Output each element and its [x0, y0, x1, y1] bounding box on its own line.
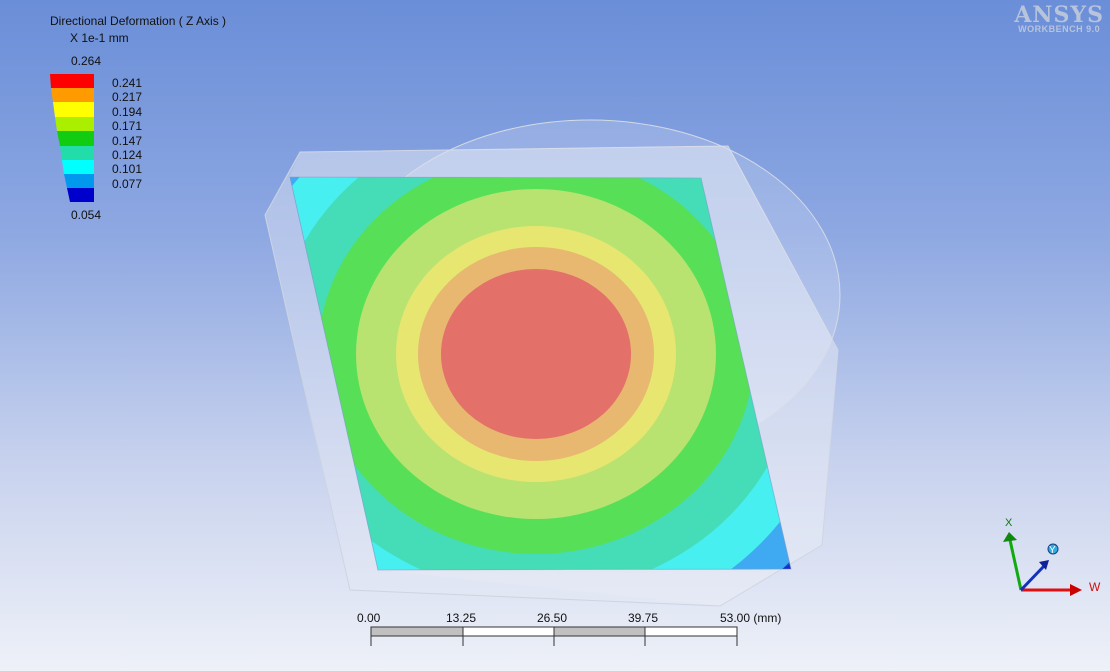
triad-x-label: X: [1005, 517, 1013, 529]
legend-band-3: [55, 117, 94, 131]
legend-max-value: 0.264: [71, 54, 102, 68]
scale-label-1: 13.25: [446, 611, 477, 625]
legend-label-4: 0.147: [112, 133, 143, 148]
legend-band-0: [50, 74, 94, 88]
legend-band-4: [57, 131, 94, 146]
triad-y-axis: [1019, 563, 1047, 592]
legend-band-5: [60, 146, 94, 160]
legend-band-6: [62, 160, 94, 174]
legend-label-6: 0.101: [112, 162, 143, 177]
legend-label-7: 0.077: [112, 176, 143, 191]
scale-label-0: 0.00: [357, 611, 381, 625]
shell-front-face: [290, 146, 838, 606]
scale-bar: [370, 626, 738, 646]
scale-label-2: 26.50: [537, 611, 568, 625]
triad-y-label: Y: [1049, 545, 1056, 556]
legend-label-0: 0.241: [112, 76, 143, 90]
legend-label-2: 0.194: [112, 104, 143, 119]
triad-w-arrow: [1070, 584, 1082, 596]
logo-product: WORKBENCH 9.0: [1018, 24, 1101, 34]
legend-color-bar: [50, 74, 94, 202]
triad-x-axis: [1008, 539, 1023, 591]
legend-min-value: 0.054: [71, 208, 102, 222]
legend-label-5: 0.124: [112, 148, 143, 162]
legend-label-3: 0.171: [112, 119, 143, 134]
legend-band-7: [64, 174, 94, 188]
legend-band-2: [53, 102, 94, 117]
triad-w-label: W: [1089, 580, 1101, 594]
legend-title: Directional Deformation ( Z Axis ): [50, 14, 227, 28]
scale-label-3: 39.75: [628, 611, 659, 625]
model-viewport[interactable]: X Y W: [0, 0, 1110, 671]
axis-triad[interactable]: X Y W: [1003, 517, 1101, 596]
logo-wordmark: ANSYS: [1014, 2, 1104, 28]
ansys-logo: ANSYS WORKBENCH 9.0: [1014, 4, 1104, 34]
legend-band-8: [67, 188, 94, 202]
legend-units: X 1e-1 mm: [70, 31, 129, 45]
scale-label-4: 53.00 (mm): [720, 611, 782, 625]
legend-label-1: 0.217: [112, 90, 143, 105]
legend-band-1: [51, 88, 94, 102]
triad-x-arrow: [1003, 532, 1017, 542]
